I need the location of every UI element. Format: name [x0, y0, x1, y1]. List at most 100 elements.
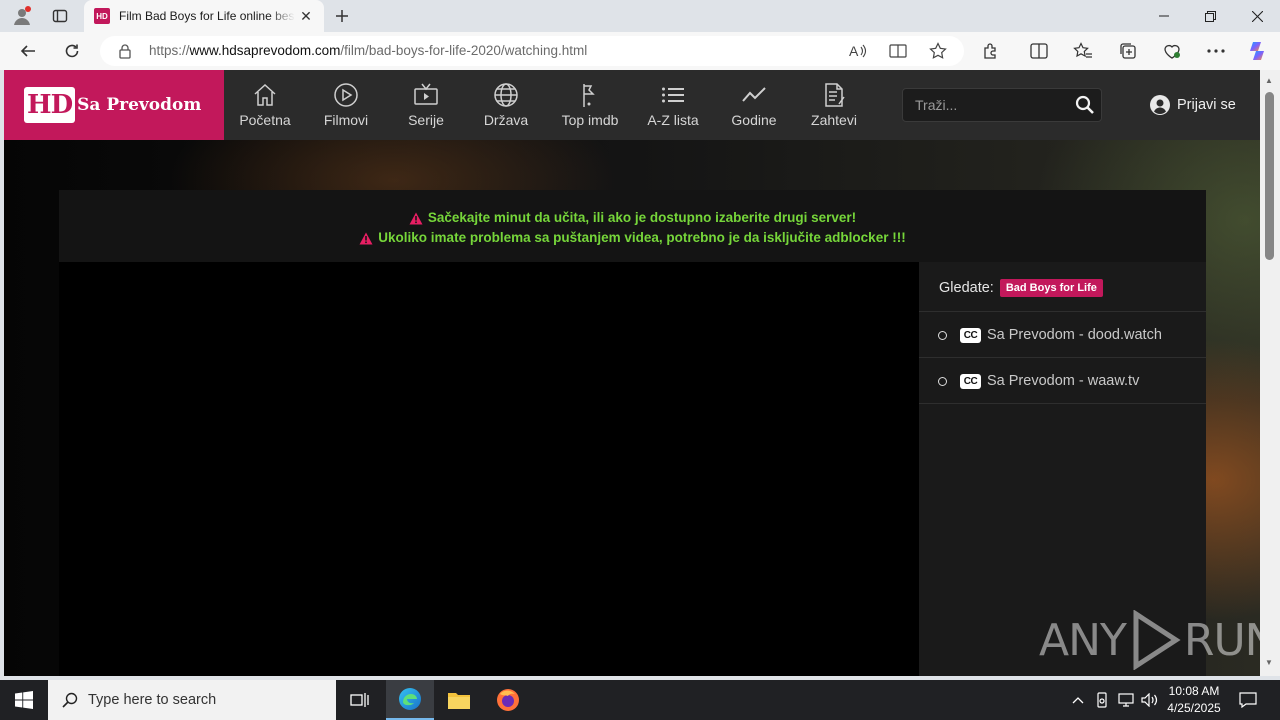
immersive-reader-icon[interactable] — [888, 41, 908, 61]
close-window-button[interactable] — [1234, 0, 1280, 32]
clock-date: 4/25/2025 — [1167, 701, 1221, 715]
radio-icon[interactable] — [938, 376, 947, 386]
url-text[interactable]: https://www.hdsaprevodom.com/film/bad-bo… — [149, 43, 587, 58]
nav-label: Top imdb — [561, 112, 619, 128]
scroll-up-icon[interactable]: ▲ — [1265, 76, 1273, 85]
site-search-box — [902, 88, 1102, 122]
browser-toolbar: https://www.hdsaprevodom.com/film/bad-bo… — [0, 32, 1280, 70]
site-logo[interactable]: HD Sa Prevodom — [4, 70, 224, 140]
player-section: Sačekajte minut da učita, ili ako je dos… — [59, 190, 1206, 676]
nav-filmovi[interactable]: Filmovi — [316, 70, 376, 140]
volume-icon[interactable] — [1140, 690, 1160, 710]
network-icon[interactable] — [1116, 690, 1136, 710]
file-explorer-icon[interactable] — [435, 680, 483, 720]
nav-drzava[interactable]: Država — [474, 70, 538, 140]
notifications-icon[interactable] — [1238, 690, 1258, 710]
minimize-button[interactable] — [1141, 0, 1187, 32]
tab-close-icon[interactable]: ✕ — [298, 8, 314, 24]
watermark-left: ANY — [1039, 614, 1127, 666]
notice-text-1: Sačekajte minut da učita, ili ako je dos… — [427, 210, 857, 225]
notice-line-2: Ukoliko imate problema sa puštanjem vide… — [59, 228, 1206, 248]
server-option-waaw[interactable]: CC Sa Prevodom - waaw.tv — [919, 358, 1206, 404]
taskbar-search-box[interactable]: Type here to search — [48, 680, 336, 720]
search-icon[interactable] — [1075, 95, 1095, 115]
nav-label: Serije — [408, 112, 444, 128]
nav-label: Država — [483, 112, 529, 128]
site-header: HD Sa Prevodom Početna Filmovi Serije Dr… — [4, 70, 1260, 140]
tray-device-icon[interactable] — [1092, 690, 1112, 710]
profile-icon[interactable] — [10, 4, 34, 28]
taskbar-search-placeholder: Type here to search — [88, 692, 217, 708]
edge-taskbar-icon[interactable] — [386, 680, 434, 720]
active-tab[interactable]: HD Film Bad Boys for Life online besplat… — [84, 0, 324, 32]
extensions-icon[interactable] — [980, 41, 1002, 61]
svg-text:A: A — [849, 43, 859, 59]
movie-title-badge: Bad Boys for Life — [999, 279, 1103, 297]
loading-notice: Sačekajte minut da učita, ili ako je dos… — [59, 190, 1206, 262]
tv-icon — [414, 83, 438, 105]
play-circle-icon — [334, 83, 358, 107]
new-tab-button[interactable] — [330, 4, 354, 28]
logo-text: Sa Prevodom — [77, 95, 202, 115]
server-label: Sa Prevodom - waaw.tv — [987, 373, 1140, 389]
trend-icon — [742, 87, 766, 102]
watching-label: Gledate: — [939, 280, 994, 296]
browser-essentials-icon[interactable] — [1161, 41, 1183, 61]
request-doc-icon — [825, 83, 845, 107]
task-view-button[interactable] — [336, 680, 384, 720]
tab-title: Film Bad Boys for Life online besplatno … — [119, 9, 295, 23]
more-menu-icon[interactable] — [1205, 41, 1227, 61]
nav-label: Početna — [239, 112, 291, 128]
nav-label: Zahtevi — [811, 112, 857, 128]
radio-icon[interactable] — [938, 330, 947, 340]
nav-pocetna[interactable]: Početna — [232, 70, 298, 140]
anyrun-watermark: ANY RUN — [1039, 610, 1260, 670]
watermark-right: RUN — [1183, 614, 1260, 666]
tray-chevron-icon[interactable] — [1068, 690, 1088, 710]
notice-line-1: Sačekajte minut da učita, ili ako je dos… — [59, 208, 1206, 228]
read-aloud-icon[interactable]: A — [848, 41, 868, 61]
site-favicon-icon: HD — [94, 8, 110, 24]
nav-serije[interactable]: Serije — [396, 70, 456, 140]
refresh-button[interactable] — [58, 38, 86, 64]
server-label: Sa Prevodom - dood.watch — [987, 327, 1162, 343]
lock-icon[interactable] — [118, 43, 132, 64]
server-option-dood[interactable]: CC Sa Prevodom - dood.watch — [919, 312, 1206, 358]
taskbar-clock[interactable]: 10:08 AM 4/25/2025 — [1162, 683, 1226, 717]
favorite-star-icon[interactable] — [928, 41, 948, 61]
back-button[interactable] — [14, 38, 42, 64]
page-viewport: HD Sa Prevodom Početna Filmovi Serije Dr… — [4, 70, 1260, 676]
copilot-icon[interactable] — [1246, 41, 1268, 61]
windows-taskbar: Type here to search 10:08 AM 4/25/2025 — [0, 680, 1280, 720]
globe-icon — [494, 83, 518, 107]
flag-icon — [583, 84, 595, 107]
nav-label: Filmovi — [323, 112, 369, 128]
watermark-play-icon — [1133, 610, 1181, 670]
scrollbar-thumb[interactable] — [1265, 92, 1274, 260]
scroll-down-icon[interactable]: ▼ — [1265, 658, 1273, 667]
logo-hd-badge: HD — [24, 87, 76, 123]
nav-zahtevi[interactable]: Zahtevi — [804, 70, 864, 140]
video-player[interactable] — [59, 262, 919, 676]
page-scrollbar[interactable]: ▲ ▼ — [1260, 70, 1280, 676]
cc-icon: CC — [960, 373, 981, 389]
site-search-input[interactable] — [915, 97, 1065, 113]
tab-actions-icon[interactable] — [48, 4, 72, 28]
split-screen-icon[interactable] — [1028, 41, 1050, 61]
login-label: Prijavi se — [1177, 97, 1236, 113]
nav-az-lista[interactable]: A-Z lista — [640, 70, 706, 140]
nav-top-imdb[interactable]: Top imdb — [554, 70, 626, 140]
warning-icon — [359, 232, 373, 244]
browser-tab-bar: HD Film Bad Boys for Life online besplat… — [0, 0, 1280, 32]
notice-text-2: Ukoliko imate problema sa puštanjem vide… — [378, 230, 906, 245]
nav-godine[interactable]: Godine — [724, 70, 784, 140]
login-button[interactable]: Prijavi se — [1150, 95, 1236, 115]
restore-button[interactable] — [1187, 0, 1233, 32]
start-button[interactable] — [0, 680, 48, 720]
collections-icon[interactable] — [1117, 41, 1139, 61]
home-icon — [254, 83, 276, 106]
search-icon — [62, 692, 78, 708]
firefox-icon[interactable] — [484, 680, 532, 720]
favorites-icon[interactable] — [1072, 41, 1094, 61]
address-bar[interactable]: https://www.hdsaprevodom.com/film/bad-bo… — [100, 36, 964, 66]
